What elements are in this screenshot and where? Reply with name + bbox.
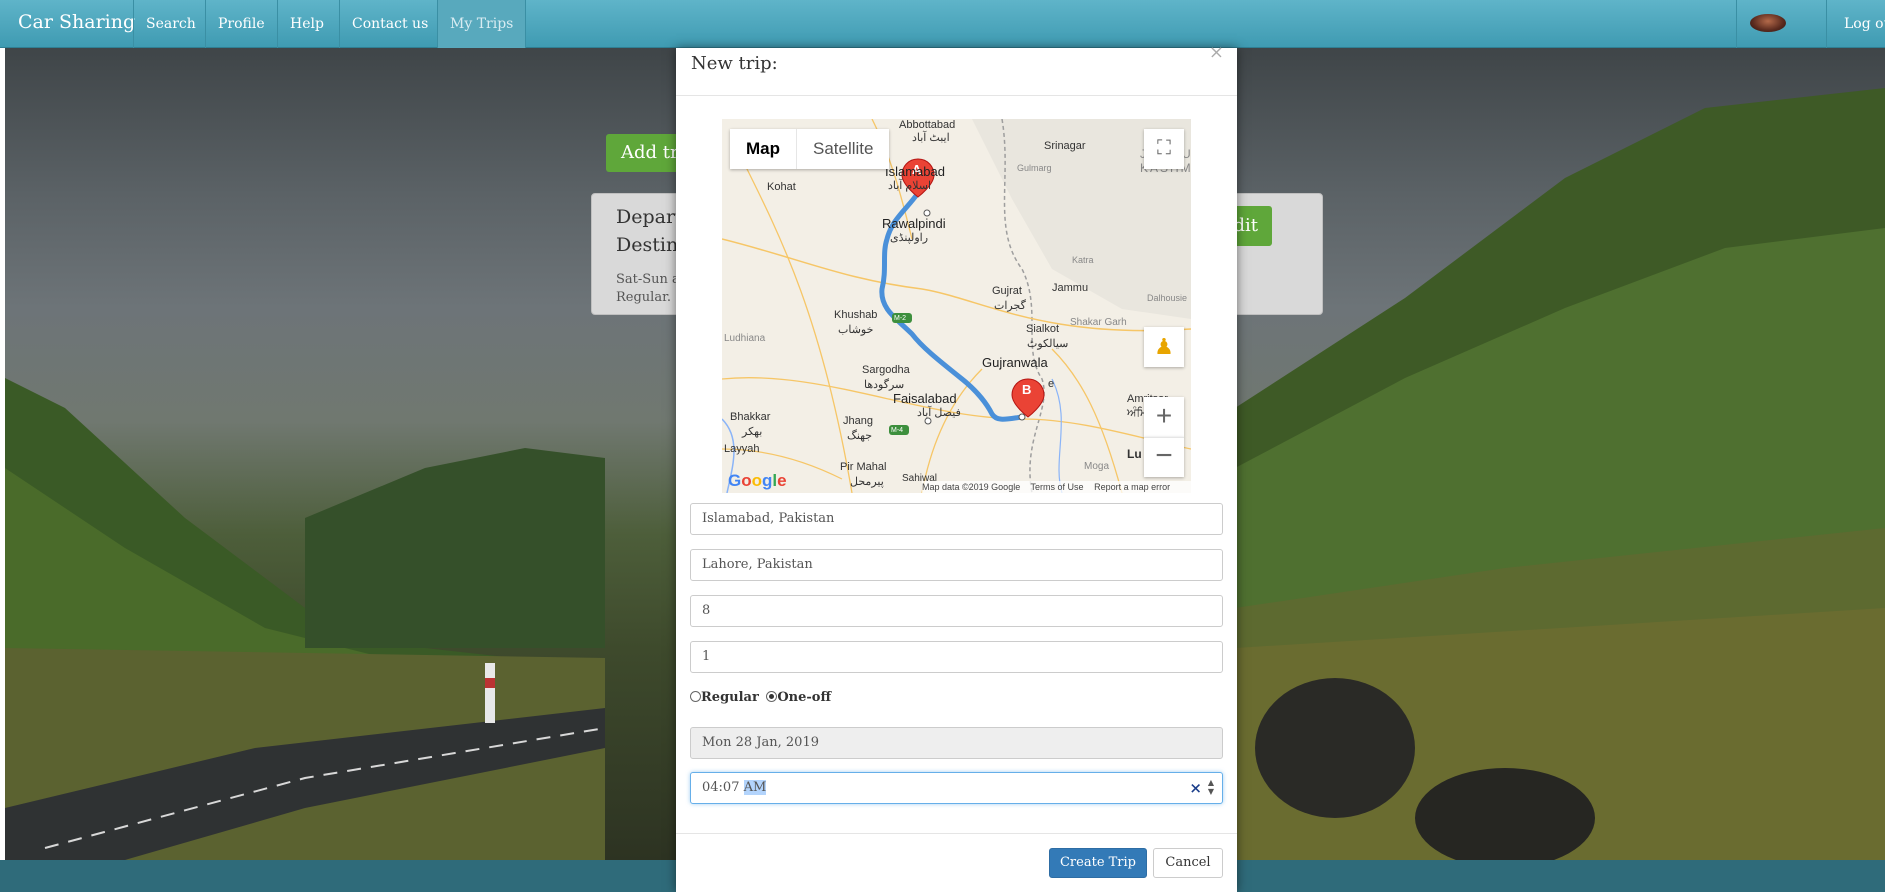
- place-shakar-garh: Shakar Garh: [1070, 317, 1127, 328]
- seats-input[interactable]: 1: [690, 641, 1223, 673]
- place-bhakkar-urdu: بھکر: [742, 426, 763, 438]
- nav-separator: [1826, 0, 1827, 48]
- place-khushab: Khushab: [834, 309, 878, 321]
- brand-logo[interactable]: Car Sharing: [18, 11, 135, 33]
- fullscreen-icon[interactable]: ⛶: [1144, 129, 1184, 169]
- report-map-error-link[interactable]: Report a map error: [1094, 482, 1170, 492]
- nav-my-trips[interactable]: My Trips: [437, 0, 527, 48]
- zoom-out-icon[interactable]: −: [1144, 437, 1184, 477]
- new-trip-modal: New trip: × A B Abbottabad ایبٹ آباد Isl…: [676, 42, 1237, 892]
- highway-m4-label: M-4: [891, 427, 904, 434]
- destination-input[interactable]: Lahore, Pakistan: [690, 549, 1223, 581]
- time-ampm-selected: AM: [743, 780, 767, 795]
- modal-footer-divider: [676, 833, 1237, 834]
- oneoff-label[interactable]: One-off: [777, 690, 831, 705]
- trip-frequency-text: Regular.: [616, 290, 672, 305]
- modal-title: New trip:: [691, 53, 778, 74]
- place-sargodha-urdu: سرگودھا: [864, 379, 905, 391]
- place-ludhiana: Lu: [1127, 447, 1142, 461]
- oneoff-radio[interactable]: [766, 691, 778, 702]
- create-trip-button[interactable]: Create Trip: [1049, 848, 1147, 878]
- place-khushab-urdu: خوشاب: [838, 324, 874, 336]
- place-dera-ismail-khan: Ludhiana: [724, 333, 766, 344]
- price-input[interactable]: 8: [690, 595, 1223, 627]
- place-dalhousie: Dalhousie: [1147, 293, 1188, 303]
- place-pir-mahal-urdu: پیرمحل: [850, 476, 884, 488]
- user-avatar[interactable]: [1750, 14, 1786, 32]
- place-pir-mahal: Pir Mahal: [840, 461, 887, 473]
- place-abbottabad: Abbottabad: [899, 119, 956, 131]
- place-jhang-urdu: جھنگ: [847, 430, 873, 442]
- nav-separator: [1736, 0, 1737, 48]
- place-kohat: Kohat: [767, 181, 796, 193]
- place-gujranwala: Gujranwala: [982, 355, 1048, 370]
- place-bhakkar: Bhakkar: [730, 411, 771, 423]
- place-sialkot: Sialkot: [1026, 323, 1060, 335]
- terms-of-use-link[interactable]: Terms of Use: [1031, 482, 1084, 492]
- regular-label[interactable]: Regular: [701, 690, 759, 705]
- frequency-radio-group: Regular One-off: [690, 690, 831, 705]
- clear-time-icon[interactable]: ×: [1189, 773, 1202, 803]
- place-abbottabad-urdu: ایبٹ آباد: [912, 132, 950, 144]
- place-gulmarg: Gulmarg: [1017, 163, 1052, 173]
- zoom-in-icon[interactable]: +: [1144, 397, 1184, 437]
- place-layyah: Layyah: [724, 443, 760, 455]
- place-srinagar: Srinagar: [1044, 140, 1086, 152]
- place-gujrat-urdu: گجرات: [994, 300, 1026, 312]
- place-rawalpindi-urdu: راولپنڈی: [890, 232, 929, 244]
- map-type-satellite-button[interactable]: Satellite: [797, 129, 889, 169]
- map-attribution: Map data ©2019 Google Terms of Use Repor…: [922, 481, 1191, 493]
- departure-input[interactable]: Islamabad, Pakistan: [690, 503, 1223, 535]
- place-sialkot-urdu: سیالکوٹ: [1027, 338, 1069, 350]
- time-spinner-icon[interactable]: ▲ ▼: [1205, 778, 1217, 798]
- map-type-map-button[interactable]: Map: [730, 129, 797, 169]
- google-logo: Google: [728, 471, 787, 490]
- modal-header: New trip: ×: [676, 42, 1237, 96]
- place-jhang: Jhang: [843, 415, 873, 427]
- place-jammu: Jammu: [1052, 282, 1089, 294]
- place-katra: Katra: [1072, 255, 1094, 265]
- map-type-control: Map Satellite: [730, 129, 890, 169]
- place-gujrat: Gujrat: [992, 285, 1022, 297]
- place-rawalpindi: Rawalpindi: [882, 216, 946, 231]
- regular-radio[interactable]: [690, 691, 701, 702]
- place-faisalabad-urdu: فیصل آباد: [917, 407, 961, 419]
- place-islamabad: Islamabad: [885, 164, 945, 179]
- nav-contact-us[interactable]: Contact us: [339, 0, 440, 48]
- place-sargodha: Sargodha: [862, 364, 910, 376]
- nav-profile[interactable]: Profile: [205, 0, 277, 48]
- map-canvas: [722, 119, 1191, 493]
- nav-help[interactable]: Help: [277, 0, 336, 48]
- nav-search[interactable]: Search: [133, 0, 208, 48]
- trip-days-text: Sat-Sun a: [616, 272, 680, 287]
- highway-m2-label: M-2: [894, 315, 907, 322]
- place-moga: Moga: [1084, 461, 1110, 472]
- route-map[interactable]: A B Abbottabad ایبٹ آباد Islamabad اسلام…: [722, 119, 1191, 493]
- trip-departure-text: Depart: [616, 206, 683, 228]
- top-navbar: Car Sharing Search Profile Help Contact …: [0, 0, 1885, 48]
- cancel-button[interactable]: Cancel: [1153, 848, 1223, 878]
- time-input[interactable]: 04:07 AM × ▲ ▼: [690, 772, 1223, 804]
- place-faisalabad: Faisalabad: [893, 391, 957, 406]
- trip-destination-text: Destin: [616, 234, 679, 256]
- nav-logout[interactable]: Log ou: [1844, 0, 1885, 48]
- place-islamabad-urdu: اسلام آباد: [888, 180, 932, 192]
- date-input[interactable]: Mon 28 Jan, 2019: [690, 727, 1223, 759]
- time-hour-minute: 04:07: [702, 780, 740, 795]
- street-view-pegman-icon[interactable]: ♟: [1144, 327, 1184, 367]
- place-lahore: e: [1048, 378, 1055, 390]
- close-icon[interactable]: ×: [1209, 42, 1224, 63]
- map-data-text: Map data ©2019 Google: [922, 482, 1021, 492]
- marker-b-label: B: [1022, 382, 1032, 397]
